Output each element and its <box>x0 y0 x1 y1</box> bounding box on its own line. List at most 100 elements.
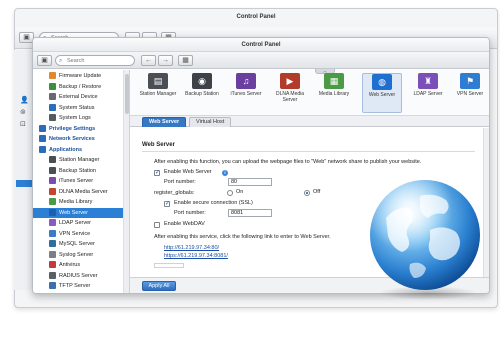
sidebar-item-icon <box>49 261 56 269</box>
sidebar-item-mysql-server[interactable]: MySQL Server <box>33 239 123 249</box>
sidebar-item-backup-restore[interactable]: Backup / Restore <box>33 82 123 92</box>
sidebar-item-label: DLNA Media Server <box>59 188 108 195</box>
app-label: Web Server <box>368 92 396 98</box>
apply-all-button[interactable]: Apply All <box>142 281 176 291</box>
pane-scrollbar[interactable] <box>483 128 489 277</box>
sidebar-item-icon <box>39 124 46 132</box>
sidebar-item-label: Backup / Restore <box>59 83 102 90</box>
sidebar-item-web-server[interactable]: Web Server <box>33 207 123 218</box>
app-icon: ▦ <box>324 73 344 89</box>
screenshot-stage: Control Panel ▣ ⌕ ← → ▦ 👤 ⊚ ⊡ Control Pa… <box>0 0 500 350</box>
home-button[interactable]: ▣ <box>37 55 52 66</box>
sidebar-item-icon <box>49 250 56 258</box>
register-globals-on-label: On <box>236 189 244 195</box>
app-media-library[interactable]: ▦ Media Library <box>314 73 354 97</box>
enable-web-server-label: Enable Web Server <box>164 169 212 175</box>
port-number-input[interactable]: 80 <box>228 178 272 186</box>
register-globals-on-radio[interactable] <box>227 190 233 196</box>
description-text: After enabling this function, you can up… <box>154 159 422 165</box>
search-input[interactable] <box>67 57 127 65</box>
sidebar-item-icon <box>49 219 56 227</box>
sidebar-item-vpn-service[interactable]: VPN Service <box>33 229 123 239</box>
app-itunes-server[interactable]: ♫ iTunes Server <box>226 73 266 97</box>
sidebar-item-icon <box>39 145 46 153</box>
sidebar-scrollbar[interactable] <box>123 70 129 293</box>
sidebar-item-icon <box>49 82 56 90</box>
sidebar-item-dlna-media-server[interactable]: DLNA Media Server <box>33 187 123 197</box>
tab-virtual-host[interactable]: Virtual Host <box>189 117 232 127</box>
globe-icon <box>370 180 480 290</box>
app-backup-station[interactable]: ◉ Backup Station <box>182 73 222 97</box>
sidebar-item-external-device[interactable]: External Device <box>33 92 123 102</box>
sidebar-item-label: Web Server <box>59 209 88 216</box>
sidebar-item-label: External Device <box>59 94 98 100</box>
sidebar-item-media-library[interactable]: Media Library <box>33 197 123 207</box>
sidebar-item-label: Firmware Update <box>59 73 102 79</box>
background-window-title: Control Panel <box>236 14 276 20</box>
hidden-field <box>154 263 184 268</box>
sidebar-item-system-logs[interactable]: System Logs <box>33 113 123 123</box>
search-icon: ⌕ <box>59 58 63 64</box>
sidebar-item-icon <box>49 156 56 164</box>
app-icon: ▶ <box>280 73 300 89</box>
service-note: After enabling this service, click the f… <box>154 234 331 240</box>
https-link[interactable]: https://61.219.97.34:8081/ <box>164 253 228 259</box>
app-station-manager[interactable]: ▤ Station Manager <box>138 73 178 97</box>
sidebar-item-network-services[interactable]: Network Services <box>33 134 123 144</box>
app-dlna-media-server[interactable]: ▶ DLNA Media Server <box>270 73 310 103</box>
apps-grid-button[interactable]: ▦ <box>178 55 193 66</box>
sidebar-item-icon <box>49 93 56 101</box>
toolbar: ▣ ⌕ ← → ▦ <box>33 52 489 69</box>
sidebar-item-icon <box>39 135 46 143</box>
sidebar-item-icon <box>49 103 56 111</box>
port-label: Port number: <box>164 179 196 185</box>
section-divider <box>142 151 475 152</box>
tab-bar: Web Server Virtual Host <box>130 116 489 127</box>
search-box[interactable]: ⌕ <box>55 55 135 66</box>
grid-icon: ▦ <box>182 57 189 64</box>
sidebar-item-antivirus[interactable]: Antivirus <box>33 260 123 270</box>
app-label: Media Library <box>318 91 350 97</box>
sidebar-scroll-thumb[interactable] <box>125 74 129 114</box>
lock-icon: ⊡ <box>20 121 26 128</box>
app-label: Backup Station <box>185 91 219 97</box>
info-icon[interactable]: i <box>222 170 228 176</box>
sidebar-item-ldap-server[interactable]: LDAP Server <box>33 218 123 228</box>
app-icon: ◉ <box>192 73 212 89</box>
app-icon-row: ︿ ▤ Station Manager ◉ Backup Station ♫ iTunes… <box>130 69 489 116</box>
sidebar-item-label: System Logs <box>59 115 91 121</box>
http-link[interactable]: http://61.219.97.34:80/ <box>164 245 219 251</box>
tab-web-server[interactable]: Web Server <box>142 117 187 127</box>
sidebar-item-tftp-server[interactable]: TFTP Server <box>33 281 123 291</box>
app-ldap-server[interactable]: ♜ LDAP Server <box>408 73 448 97</box>
ssl-port-input[interactable]: 8081 <box>228 209 272 217</box>
forward-button[interactable]: → <box>158 55 173 66</box>
sidebar-item-syslog-server[interactable]: Syslog Server <box>33 250 123 260</box>
arrow-left-icon: ← <box>145 57 152 64</box>
sidebar-item-label: Antivirus <box>59 262 81 268</box>
sidebar-item-applications[interactable]: Applications <box>33 145 123 155</box>
register-globals-off-radio[interactable] <box>304 190 310 196</box>
sidebar-item-label: Media Library <box>59 199 93 205</box>
network-icon: ⊚ <box>20 109 26 116</box>
back-button[interactable]: ← <box>141 55 156 66</box>
app-label: iTunes Server <box>230 91 262 97</box>
sidebar-item-label: RADIUS Server <box>59 272 98 279</box>
sidebar-item-radius-server[interactable]: RADIUS Server <box>33 271 123 281</box>
enable-ssl-checkbox[interactable]: ✓ <box>164 201 170 207</box>
sidebar-item-label: Station Manager <box>59 157 100 163</box>
sidebar-item-itunes-server[interactable]: iTunes Server <box>33 176 123 186</box>
sidebar-item-firmware-update[interactable]: Firmware Update <box>33 71 123 81</box>
register-globals-label: register_globals: <box>154 190 195 196</box>
sidebar-item-backup-station[interactable]: Backup Station <box>33 166 123 176</box>
sidebar-item-label: LDAP Server <box>59 220 91 226</box>
sidebar-item-station-manager[interactable]: Station Manager <box>33 155 123 165</box>
enable-webdav-checkbox[interactable] <box>154 222 160 228</box>
sidebar-item-privilege-settings[interactable]: Privilege Settings <box>33 124 123 134</box>
sidebar-item-system-status[interactable]: System Status <box>33 103 123 113</box>
sidebar-item-label: Network Services <box>49 136 95 142</box>
app-web-server[interactable]: ◍ Web Server <box>362 73 402 113</box>
sidebar-item-icon <box>49 198 56 206</box>
enable-web-server-checkbox[interactable]: ✓ <box>154 170 160 176</box>
app-vpn-server[interactable]: ⚑ VPN Server <box>450 73 489 97</box>
